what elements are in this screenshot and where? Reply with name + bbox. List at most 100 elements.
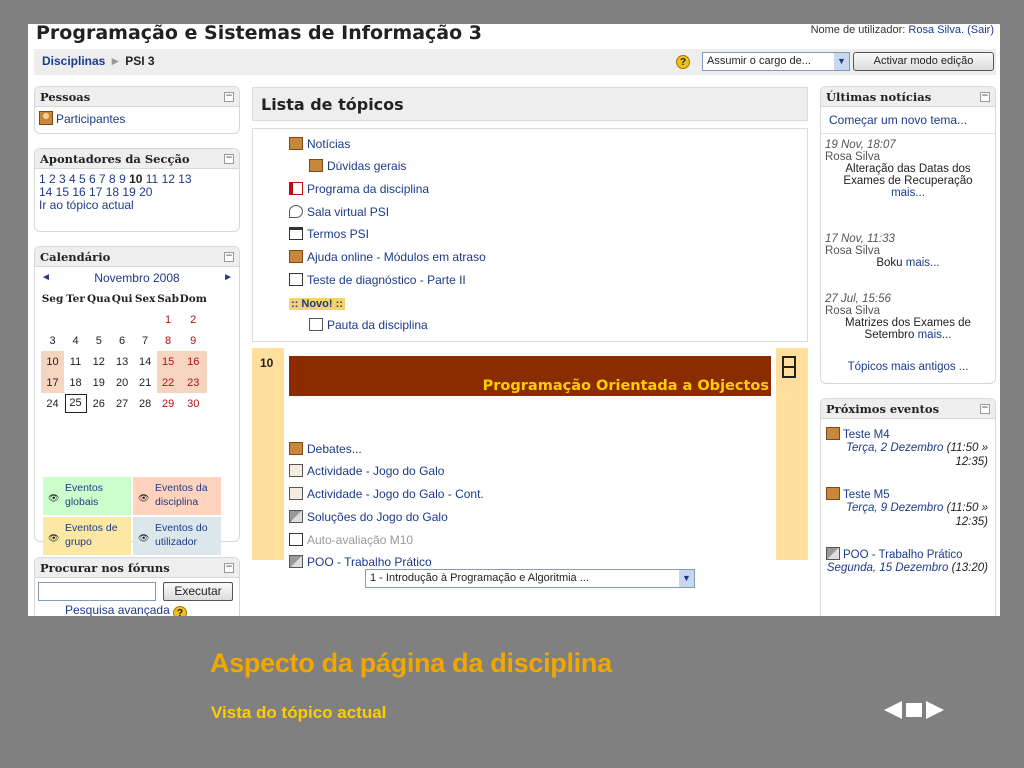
prev-slide-icon[interactable]: [884, 701, 902, 719]
news-more-link[interactable]: mais...: [918, 329, 952, 341]
stop-icon[interactable]: [906, 703, 922, 717]
breadcrumb: Disciplinas ► PSI 3: [42, 54, 155, 68]
news-more-link[interactable]: mais...: [891, 187, 925, 199]
calendar-day[interactable]: 12: [87, 351, 111, 372]
calendar-day[interactable]: 19: [87, 372, 111, 393]
event-date-link[interactable]: Terça, 9 Dezembro: [846, 502, 943, 514]
advanced-search-link[interactable]: Pesquisa avançada ?: [65, 603, 188, 616]
activity-link[interactable]: Actividade - Jogo do Galo - Cont.: [289, 487, 484, 501]
user-name-link[interactable]: Rosa Silva.: [908, 24, 964, 36]
eye-icon[interactable]: 👁: [48, 491, 59, 505]
event-date-link[interactable]: Terça, 2 Dezembro: [846, 442, 943, 454]
next-slide-icon[interactable]: [926, 701, 944, 719]
event-link[interactable]: Teste M5: [826, 487, 988, 501]
help-icon[interactable]: ?: [676, 55, 690, 69]
calendar-day[interactable]: 9: [180, 330, 207, 351]
today-marker[interactable]: 25: [64, 394, 87, 413]
calendar-day[interactable]: 18: [64, 372, 87, 393]
activity-link[interactable]: Soluções do Jogo do Galo: [289, 510, 448, 524]
collapse-icon[interactable]: −: [224, 154, 234, 164]
calendar-day[interactable]: 17: [41, 372, 64, 393]
calendar-day[interactable]: 21: [134, 372, 157, 393]
help-icon[interactable]: ?: [173, 606, 188, 616]
event-link[interactable]: Teste M4: [826, 427, 988, 441]
forum-search-input[interactable]: [38, 582, 156, 601]
calendar-day[interactable]: 4: [64, 330, 87, 351]
activity-link[interactable]: Dúvidas gerais: [309, 159, 406, 173]
forum-search-button[interactable]: Executar: [163, 582, 233, 601]
logout-link[interactable]: (Sair): [967, 24, 994, 36]
calendar-day[interactable]: 24: [41, 393, 64, 414]
edit-mode-button[interactable]: Activar modo edição: [853, 52, 994, 71]
chevron-down-icon[interactable]: ▼: [679, 570, 694, 587]
calendar-day[interactable]: 2: [180, 309, 207, 330]
collapse-icon[interactable]: −: [224, 252, 234, 262]
event-link[interactable]: POO - Trabalho Prático: [826, 547, 988, 561]
calendar-day[interactable]: 30: [180, 393, 207, 414]
calendar-day[interactable]: 14: [134, 351, 157, 372]
eye-icon[interactable]: 👁: [138, 491, 149, 505]
calendar-day[interactable]: 22: [156, 372, 180, 393]
role-switch-select[interactable]: Assumir o cargo de... ▼: [702, 52, 850, 71]
activity-link[interactable]: Debates...: [289, 442, 362, 456]
calendar-day[interactable]: 8: [157, 330, 180, 351]
calendar-day[interactable]: 26: [87, 393, 111, 414]
activity-link[interactable]: Termos PSI: [289, 227, 369, 241]
calendar-day[interactable]: 16: [179, 351, 207, 372]
activity-label: Programa da disciplina: [307, 182, 430, 196]
calendar-day[interactable]: 5: [87, 330, 111, 351]
collapse-icon[interactable]: −: [980, 404, 990, 414]
breadcrumb-current: PSI 3: [125, 54, 155, 68]
eye-icon[interactable]: 👁: [48, 531, 59, 545]
calendar-day[interactable]: 20: [111, 372, 134, 393]
activity-link[interactable]: Notícias: [289, 137, 350, 151]
activity-link[interactable]: Ajuda online - Módulos em atraso: [289, 250, 486, 264]
new-topic-link[interactable]: Começar um novo tema...: [829, 113, 967, 127]
calendar-day[interactable]: 28: [134, 393, 157, 414]
section-banner: Programação Orientada a Objectos: [289, 356, 771, 396]
activity-link[interactable]: Actividade - Jogo do Galo: [289, 464, 444, 478]
calendar-day[interactable]: 7: [134, 330, 157, 351]
legend-global-events[interactable]: 👁 Eventos globais: [43, 477, 131, 515]
news-more-link[interactable]: mais...: [906, 257, 940, 269]
activity-link[interactable]: Pauta da disciplina: [309, 318, 428, 332]
calendar-day[interactable]: 10: [41, 351, 64, 372]
calendar-day[interactable]: 23: [179, 372, 207, 393]
older-topics-link[interactable]: Tópicos mais antigos ...: [821, 361, 995, 373]
weekday-header: Seg: [41, 293, 64, 305]
calendar-day[interactable]: 3: [41, 330, 64, 351]
calendar-day[interactable]: 25: [64, 393, 87, 414]
activity-link[interactable]: Programa da disciplina: [289, 182, 429, 196]
collapse-icon[interactable]: −: [224, 563, 234, 573]
legend-group-events[interactable]: 👁 Eventos de grupo: [43, 517, 131, 555]
calendar-month[interactable]: Novembro 2008: [94, 271, 179, 285]
next-month-icon[interactable]: ►: [223, 267, 233, 289]
calendar-day[interactable]: 15: [156, 351, 180, 372]
activity-link[interactable]: Sala virtual PSI: [289, 205, 389, 219]
participants-link[interactable]: Participantes: [35, 107, 239, 130]
prev-month-icon[interactable]: ◄: [41, 267, 51, 289]
highlight-marker-icon[interactable]: [782, 356, 796, 378]
calendar-day[interactable]: 29: [157, 393, 180, 414]
jump-to-topic-select[interactable]: 1 - Introdução à Programação e Algoritmi…: [365, 569, 695, 588]
collapse-icon[interactable]: −: [980, 92, 990, 102]
section-10-content: Programação Orientada a Objectos Debates…: [284, 348, 776, 569]
event-date-link[interactable]: Segunda, 15 Dezembro: [827, 562, 948, 574]
calendar-day[interactable]: 13: [111, 351, 134, 372]
goto-current-topic-link[interactable]: Ir ao tópico actual: [39, 199, 235, 212]
legend-user-events[interactable]: 👁 Eventos do utilizador: [133, 517, 221, 555]
activity-link[interactable]: POO - Trabalho Prático: [289, 555, 432, 569]
chevron-down-icon[interactable]: ▼: [834, 53, 849, 70]
section-links-pre[interactable]: 1 2 3 4 5 6 7 8 9: [39, 172, 129, 186]
eye-icon[interactable]: 👁: [138, 531, 149, 545]
section-links-post[interactable]: 11 12 13: [142, 172, 192, 186]
collapse-icon[interactable]: −: [224, 92, 234, 102]
legend-course-events[interactable]: 👁 Eventos da disciplina: [133, 477, 221, 515]
activity-link[interactable]: Auto-avaliação M10: [289, 533, 413, 547]
calendar-day[interactable]: 1: [157, 309, 180, 330]
activity-link[interactable]: Teste de diagnóstico - Parte II: [289, 273, 466, 287]
calendar-day[interactable]: 6: [111, 330, 134, 351]
breadcrumb-root[interactable]: Disciplinas: [42, 54, 105, 68]
calendar-day[interactable]: 27: [111, 393, 134, 414]
calendar-day[interactable]: 11: [64, 351, 87, 372]
